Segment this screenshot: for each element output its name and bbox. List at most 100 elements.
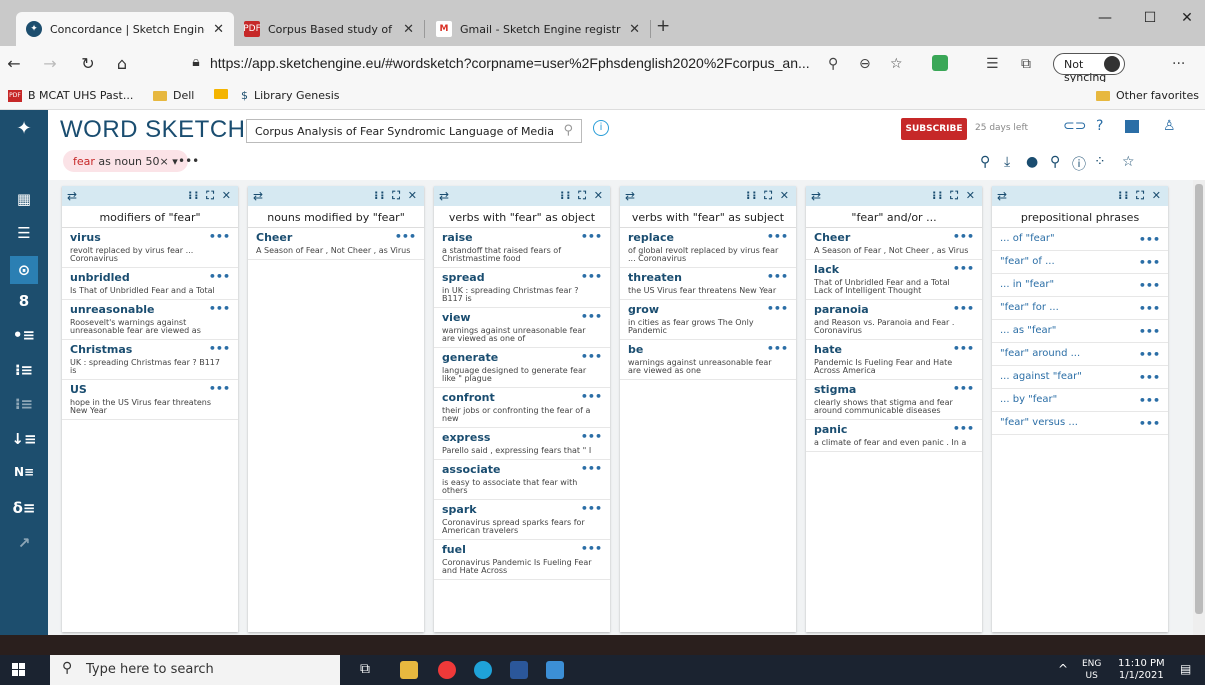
download-icon[interactable]: ⤓ (1004, 154, 1010, 170)
more-icon[interactable]: ••• (581, 462, 602, 475)
collocate-word[interactable]: associate (442, 463, 602, 476)
back-icon[interactable]: ← (4, 54, 24, 73)
swap-icon[interactable]: ⇄ (67, 189, 77, 203)
collocation-item[interactable]: generate ••• language designed to generate… (434, 348, 610, 388)
concordance-icon[interactable]: ☰ (10, 224, 38, 242)
collocation-item[interactable]: confront ••• their jobs or confronting the… (434, 388, 610, 428)
clock[interactable]: 11:10 PM 1/1/2021 (1118, 658, 1165, 682)
phrase-label[interactable]: ... against "fear" (1000, 371, 1082, 382)
trends-icon[interactable]: ⁝≡ (10, 395, 38, 413)
more-icon[interactable]: ••• (1139, 302, 1160, 315)
phrase-item[interactable]: ... by "fear" ••• (992, 389, 1168, 412)
collocate-word[interactable]: paranoia (814, 303, 974, 316)
collocation-item[interactable]: express ••• Parello said , expressing fear… (434, 428, 610, 460)
collocate-word[interactable]: view (442, 311, 602, 324)
sync-button[interactable]: Not syncing (1053, 53, 1125, 84)
zoom-icon[interactable]: ⊖ (859, 56, 871, 72)
bookmark-mcat[interactable]: PDF B MCAT UHS Past... (8, 89, 133, 102)
phrase-label[interactable]: "fear" for ... (1000, 302, 1059, 313)
more-icon[interactable]: ••• (1139, 325, 1160, 338)
lock-icon[interactable]: 🔒︎ (186, 54, 206, 70)
collocate-word[interactable]: Cheer (256, 231, 416, 244)
column-tools[interactable]: ⁝⁝ ⛶ ✕ (374, 189, 419, 203)
edge-icon[interactable] (474, 661, 492, 679)
collocate-word[interactable]: panic (814, 423, 974, 436)
search-icon[interactable]: ⚲ (1050, 154, 1060, 170)
more-icon[interactable]: ••• (395, 230, 416, 243)
more-icon[interactable]: ••• (1139, 371, 1160, 384)
swap-icon[interactable]: ⇄ (997, 189, 1007, 203)
more-icon[interactable]: ••• (1139, 417, 1160, 430)
corpus-selector[interactable]: Corpus Analysis of Fear Syndromic Langua… (246, 119, 582, 143)
favorites-icon[interactable]: ☰ (986, 56, 999, 72)
info-icon[interactable]: i (593, 120, 609, 136)
collocation-item[interactable]: unbridled ••• Is That of Unbridled Fear an… (62, 268, 238, 300)
collocation-item[interactable]: raise ••• a standoff that raised fears of … (434, 228, 610, 268)
collocate-word[interactable]: be (628, 343, 788, 356)
more-icon[interactable]: ••• (581, 350, 602, 363)
more-icon[interactable]: ••• (581, 502, 602, 515)
windows-start-icon[interactable] (12, 663, 26, 677)
collocate-word[interactable]: stigma (814, 383, 974, 396)
feedback-icon[interactable] (1125, 120, 1139, 133)
visualize-icon[interactable]: ⁘ (1094, 154, 1106, 170)
help-icon[interactable]: ? (1096, 118, 1103, 134)
phrase-item[interactable]: "fear" versus ... ••• (992, 412, 1168, 435)
collocation-item[interactable]: associate ••• is easy to associate that fe… (434, 460, 610, 500)
more-options-icon[interactable]: ••• (178, 154, 199, 168)
vivaldi-icon[interactable] (438, 661, 456, 679)
more-icon[interactable]: ••• (581, 230, 602, 243)
more-icon[interactable]: ••• (767, 270, 788, 283)
other-favorites[interactable]: Other favorites (1096, 89, 1199, 102)
collocation-item[interactable]: Cheer ••• A Season of Fear , Not Cheer , a… (248, 228, 424, 260)
more-icon[interactable]: ••• (953, 302, 974, 315)
collocate-word[interactable]: US (70, 383, 230, 396)
task-view-icon[interactable]: ⧉ (360, 661, 378, 679)
collocate-word[interactable]: express (442, 431, 602, 444)
extension-icon[interactable] (932, 55, 948, 71)
collocate-word[interactable]: unbridled (70, 271, 230, 284)
phrase-label[interactable]: ... by "fear" (1000, 394, 1057, 405)
page-scrollbar[interactable] (1193, 180, 1205, 635)
favorite-star-icon[interactable]: ☆ (890, 56, 903, 72)
zoom-out-icon[interactable]: ⚲ (980, 154, 990, 170)
more-icon[interactable]: ••• (581, 430, 602, 443)
phrase-item[interactable]: ... against "fear" ••• (992, 366, 1168, 389)
collocation-item[interactable]: paranoia ••• and Reason vs. Paranoia and F… (806, 300, 982, 340)
thesaurus-icon[interactable]: •≡ (10, 326, 38, 344)
phrase-item[interactable]: ... as "fear" ••• (992, 320, 1168, 343)
collocation-item[interactable]: spread ••• in UK : spreading Christmas fea… (434, 268, 610, 308)
column-tools[interactable]: ⁝⁝ ⛶ ✕ (188, 189, 233, 203)
tab-pdf[interactable]: PDF Corpus Based study of Prooun'w ✕ (234, 12, 424, 46)
collocate-word[interactable]: spread (442, 271, 602, 284)
column-tools[interactable]: ⁝⁝ ⛶ ✕ (1118, 189, 1163, 203)
collocate-word[interactable]: spark (442, 503, 602, 516)
more-icon[interactable]: ••• (1139, 394, 1160, 407)
collocation-item[interactable]: stigma ••• clearly shows that stigma and f… (806, 380, 982, 420)
more-icon[interactable]: ••• (953, 342, 974, 355)
language-indicator[interactable]: ENG US (1082, 658, 1101, 682)
more-icon[interactable]: ••• (209, 342, 230, 355)
swap-icon[interactable]: ⇄ (439, 189, 449, 203)
minimize-icon[interactable]: — (1090, 10, 1120, 26)
phrase-item[interactable]: "fear" for ... ••• (992, 297, 1168, 320)
collocate-word[interactable]: replace (628, 231, 788, 244)
collocation-item[interactable]: unreasonable ••• Roosevelt's warnings agai… (62, 300, 238, 340)
more-icon[interactable]: ••• (209, 270, 230, 283)
collocation-item[interactable]: hate ••• Pandemic Is Fueling Fear and Hate… (806, 340, 982, 380)
collocate-word[interactable]: virus (70, 231, 230, 244)
more-icon[interactable]: ••• (767, 302, 788, 315)
more-icon[interactable]: ••• (1139, 279, 1160, 292)
collections-icon[interactable]: ⧉ (1021, 56, 1031, 72)
file-explorer-icon[interactable] (400, 661, 418, 679)
collocation-item[interactable]: lack ••• That of Unbridled Fear and a Tota… (806, 260, 982, 300)
phrase-label[interactable]: "fear" versus ... (1000, 417, 1078, 428)
more-icon[interactable]: ••• (953, 230, 974, 243)
collocation-item[interactable]: Cheer ••• A Season of Fear , Not Cheer , a… (806, 228, 982, 260)
more-icon[interactable]: ••• (581, 542, 602, 555)
collocation-item[interactable]: US ••• hope in the US Virus fear threatens… (62, 380, 238, 420)
dashboard-icon[interactable]: ▦ (10, 190, 38, 208)
collocate-word[interactable]: grow (628, 303, 788, 316)
swap-icon[interactable]: ⇄ (253, 189, 263, 203)
more-icon[interactable]: ••• (1139, 233, 1160, 246)
